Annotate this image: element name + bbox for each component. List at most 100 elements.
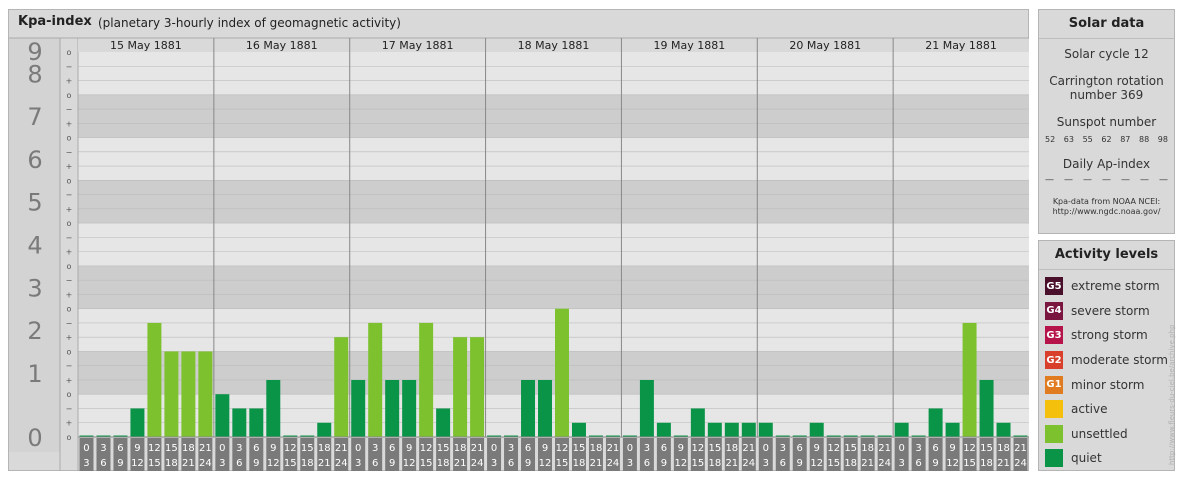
kp-bar bbox=[385, 379, 400, 437]
interval-start-label: 21 bbox=[471, 443, 484, 454]
kp-band bbox=[78, 180, 1029, 224]
legend-item: G2 moderate storm bbox=[1039, 348, 1174, 373]
interval-end-label: 6 bbox=[100, 458, 106, 469]
interval-end-label: 21 bbox=[861, 458, 874, 469]
legend-label: strong storm bbox=[1071, 328, 1148, 343]
day-label: 17 May 1881 bbox=[382, 39, 454, 52]
watermark: http://www.fleurs-du-ciel.be/archive.php bbox=[1168, 324, 1176, 465]
interval-end-label: 12 bbox=[539, 458, 552, 469]
interval-start-label: 3 bbox=[372, 443, 378, 454]
ap-value: — bbox=[1064, 175, 1073, 185]
kp-bar bbox=[521, 379, 536, 437]
legend-label: severe storm bbox=[1071, 303, 1150, 318]
interval-start-label: 0 bbox=[627, 443, 633, 454]
interval-start-label: 6 bbox=[253, 443, 259, 454]
legend-label: unsettled bbox=[1071, 426, 1128, 441]
kp-bar bbox=[351, 379, 366, 437]
legend-item: G5 extreme storm bbox=[1039, 274, 1174, 299]
interval-start-label: 3 bbox=[780, 443, 786, 454]
kp-band bbox=[78, 137, 1029, 181]
minor-tick-label: + bbox=[66, 376, 73, 385]
legend-swatch: G1 bbox=[1045, 375, 1063, 394]
solar-data-title: Solar data bbox=[1039, 10, 1174, 39]
interval-start-label: 18 bbox=[182, 443, 195, 454]
interval-start-label: 9 bbox=[678, 443, 684, 454]
interval-end-label: 21 bbox=[454, 458, 467, 469]
activity-levels-title: Activity levels bbox=[1039, 241, 1174, 270]
kp-bar bbox=[894, 422, 909, 437]
legend-item: G3 strong storm bbox=[1039, 323, 1174, 348]
kp-bar bbox=[334, 337, 349, 437]
minor-tick-label: + bbox=[66, 119, 73, 128]
carrington-line-1: Carrington rotation bbox=[1049, 74, 1164, 88]
y-tick-label: 2 bbox=[27, 317, 42, 345]
sunspot-value: 52 bbox=[1045, 135, 1056, 144]
kp-bar bbox=[317, 422, 332, 437]
legend-label: active bbox=[1071, 402, 1108, 417]
interval-start-label: 9 bbox=[949, 443, 955, 454]
interval-end-label: 6 bbox=[780, 458, 786, 469]
interval-start-label: 18 bbox=[725, 443, 738, 454]
minor-tick-label: o bbox=[67, 305, 72, 314]
interval-end-label: 6 bbox=[915, 458, 921, 469]
interval-end-label: 21 bbox=[997, 458, 1010, 469]
interval-start-label: 9 bbox=[542, 443, 548, 454]
legend-swatch: G5 bbox=[1045, 277, 1063, 296]
interval-end-label: 6 bbox=[508, 458, 514, 469]
day-label: 21 May 1881 bbox=[925, 39, 997, 52]
legend-item: G4 severe storm bbox=[1039, 299, 1174, 324]
interval-end-label: 3 bbox=[219, 458, 225, 469]
minor-tick-label: o bbox=[67, 347, 72, 356]
legend-swatch: G3 bbox=[1045, 326, 1063, 345]
interval-start-label: 12 bbox=[284, 443, 297, 454]
kp-bar bbox=[555, 308, 569, 437]
kp-bar bbox=[962, 322, 977, 437]
interval-start-label: 18 bbox=[318, 443, 331, 454]
interval-end-label: 15 bbox=[148, 458, 161, 469]
interval-start-label: 0 bbox=[83, 443, 89, 454]
interval-end-label: 6 bbox=[644, 458, 650, 469]
kp-bar bbox=[368, 322, 383, 437]
interval-end-label: 9 bbox=[661, 458, 667, 469]
interval-end-label: 12 bbox=[267, 458, 280, 469]
interval-start-label: 9 bbox=[270, 443, 276, 454]
interval-start-label: 3 bbox=[644, 443, 650, 454]
day-label: 15 May 1881 bbox=[110, 39, 182, 52]
kp-bar bbox=[266, 379, 281, 437]
interval-start-label: 15 bbox=[437, 443, 450, 454]
y-tick-label: 9 bbox=[27, 38, 42, 66]
interval-start-label: 15 bbox=[301, 443, 314, 454]
legend-swatch: G2 bbox=[1045, 351, 1063, 370]
interval-start-label: 12 bbox=[827, 443, 840, 454]
minor-tick-label: − bbox=[66, 319, 73, 328]
interval-start-label: 3 bbox=[100, 443, 106, 454]
kp-bar bbox=[470, 337, 485, 437]
day-label: 18 May 1881 bbox=[518, 39, 590, 52]
day-label: 20 May 1881 bbox=[789, 39, 861, 52]
kp-bar bbox=[419, 322, 434, 437]
interval-end-label: 18 bbox=[708, 458, 721, 469]
kp-band bbox=[78, 52, 1029, 95]
y-tick-label: 1 bbox=[27, 360, 42, 388]
kp-bar bbox=[249, 408, 264, 437]
interval-start-label: 0 bbox=[763, 443, 769, 454]
kp-bar bbox=[198, 351, 213, 437]
kp-bar bbox=[215, 394, 230, 437]
chart-title: Kpa-index bbox=[18, 14, 92, 29]
interval-end-label: 18 bbox=[844, 458, 857, 469]
solar-cycle: Solar cycle 12 bbox=[1064, 47, 1149, 61]
ap-value: — bbox=[1102, 175, 1111, 185]
interval-start-label: 21 bbox=[1014, 443, 1027, 454]
kp-band bbox=[78, 223, 1029, 266]
minor-tick-label: o bbox=[67, 176, 72, 185]
kp-bar bbox=[232, 408, 247, 437]
minor-tick-label: + bbox=[66, 162, 73, 171]
minor-tick-label: o bbox=[67, 390, 72, 399]
day-label: 19 May 1881 bbox=[653, 39, 725, 52]
interval-end-label: 18 bbox=[437, 458, 450, 469]
interval-end-label: 24 bbox=[878, 458, 891, 469]
interval-end-label: 15 bbox=[963, 458, 976, 469]
interval-end-label: 15 bbox=[556, 458, 569, 469]
kp-bar bbox=[809, 422, 824, 437]
interval-start-label: 18 bbox=[997, 443, 1010, 454]
